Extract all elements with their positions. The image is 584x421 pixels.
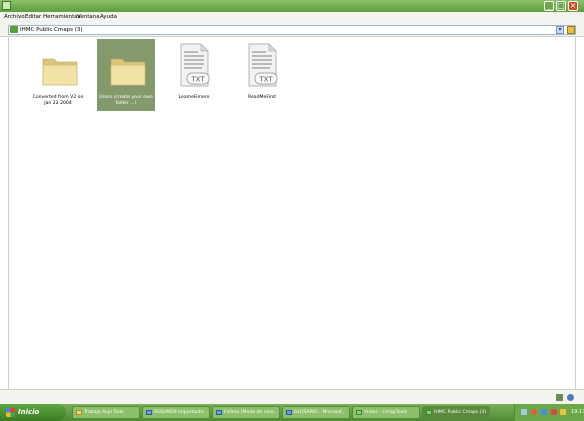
- network-icon[interactable]: [556, 394, 563, 401]
- word-doc-icon: [146, 410, 152, 415]
- start-label: Inicio: [18, 408, 40, 416]
- taskbar-item-folleto[interactable]: Folleto [Modo de com...: [212, 406, 280, 419]
- security-tray-icon[interactable]: [531, 409, 537, 415]
- folder-icon: [110, 58, 146, 86]
- word-doc-icon: [286, 410, 292, 415]
- item-readmefirst-file[interactable]: TXT ReadMeFirst: [233, 39, 291, 111]
- title-bar[interactable]: _ □ ×: [0, 0, 584, 12]
- item-leamefimero-file[interactable]: TXT LeameFimero: [165, 39, 223, 111]
- menu-ventana[interactable]: Ventana: [77, 12, 100, 23]
- txt-badge: TXT: [190, 76, 205, 84]
- network-tray-icon[interactable]: [521, 409, 527, 415]
- word-doc-icon: [216, 410, 222, 415]
- info-icon[interactable]: [567, 394, 574, 401]
- close-icon: ×: [569, 1, 577, 10]
- item-label: ReadMeFirst: [248, 95, 276, 100]
- taskbar: Inicio Trabajo Aspi Todo RESUMEN importa…: [0, 404, 584, 421]
- taskbar-item-ihmc[interactable]: IHMC Public Cmaps (3): [422, 406, 490, 419]
- menu-herramientas[interactable]: Herramientas: [43, 12, 80, 23]
- item-label: Users (create your own folder ...): [99, 95, 153, 106]
- menu-ayuda[interactable]: Ayuda: [100, 12, 117, 23]
- volume-tray-icon[interactable]: [560, 409, 566, 415]
- minimize-button[interactable]: _: [544, 1, 554, 11]
- item-label: Converted from V2 on Jan 22 2004: [32, 95, 84, 106]
- taskbar-item-label: Trabajo Aspi Todo: [84, 410, 124, 415]
- app-icon: [2, 1, 11, 10]
- address-dropdown-button[interactable]: ▾: [556, 26, 564, 34]
- folder-icon: [76, 410, 82, 415]
- taskbar-item-label: IHMC Public Cmaps (3): [434, 410, 487, 415]
- cmap-folder-icon: [10, 26, 18, 33]
- menu-archivo[interactable]: Archivo: [4, 12, 25, 23]
- folder-up-button[interactable]: [567, 26, 575, 34]
- system-tray: 19:17: [514, 404, 584, 421]
- chevron-down-icon: ▾: [558, 26, 562, 33]
- taskbar-item-vistas[interactable]: Vistas - CmapTools: [352, 406, 420, 419]
- item-converted-folder[interactable]: Converted from V2 on Jan 22 2004: [29, 39, 87, 111]
- menu-bar: Archivo Editar Herramientas Ventana Ayud…: [0, 12, 584, 23]
- taskbar-item-label: Vistas - CmapTools: [364, 410, 408, 415]
- taskbar-item-trabajo[interactable]: Trabajo Aspi Todo: [72, 406, 140, 419]
- taskbar-item-glosario[interactable]: GLOSARIO - Microsof...: [282, 406, 350, 419]
- windows-logo-icon: [6, 408, 15, 417]
- menu-editar[interactable]: Editar: [25, 12, 41, 23]
- txt-file-icon: TXT: [180, 43, 210, 87]
- folder-view[interactable]: Converted from V2 on Jan 22 2004 Users (…: [8, 37, 576, 389]
- minimize-icon: _: [547, 1, 551, 10]
- language-tray-icon[interactable]: [541, 409, 547, 415]
- address-input[interactable]: [8, 25, 576, 35]
- clock[interactable]: 19:17: [571, 404, 584, 421]
- taskbar-item-label: GLOSARIO - Microsof...: [294, 410, 346, 415]
- taskbar-item-label: Folleto [Modo de com...: [224, 410, 278, 415]
- txt-badge: TXT: [258, 76, 273, 84]
- cmaptools-icon: [426, 410, 432, 415]
- item-users-folder[interactable]: Users (create your own folder ...): [97, 39, 155, 111]
- cmaptools-icon: [356, 410, 362, 415]
- status-bar: [0, 389, 584, 404]
- maximize-icon: □: [557, 1, 565, 10]
- taskbar-item-label: RESUMEN importante ...: [154, 410, 210, 415]
- txt-file-icon: TXT: [248, 43, 278, 87]
- taskbar-item-resumen[interactable]: RESUMEN importante ...: [142, 406, 210, 419]
- start-button[interactable]: Inicio: [0, 404, 66, 421]
- maximize-button[interactable]: □: [556, 1, 566, 11]
- folder-icon: [42, 58, 78, 86]
- close-button[interactable]: ×: [568, 1, 578, 11]
- address-text: IHMC Public Cmaps (3): [20, 27, 83, 33]
- item-label: LeameFimero: [178, 95, 210, 100]
- address-bar: IHMC Public Cmaps (3) ▾: [0, 23, 584, 37]
- antivirus-tray-icon[interactable]: [551, 409, 557, 415]
